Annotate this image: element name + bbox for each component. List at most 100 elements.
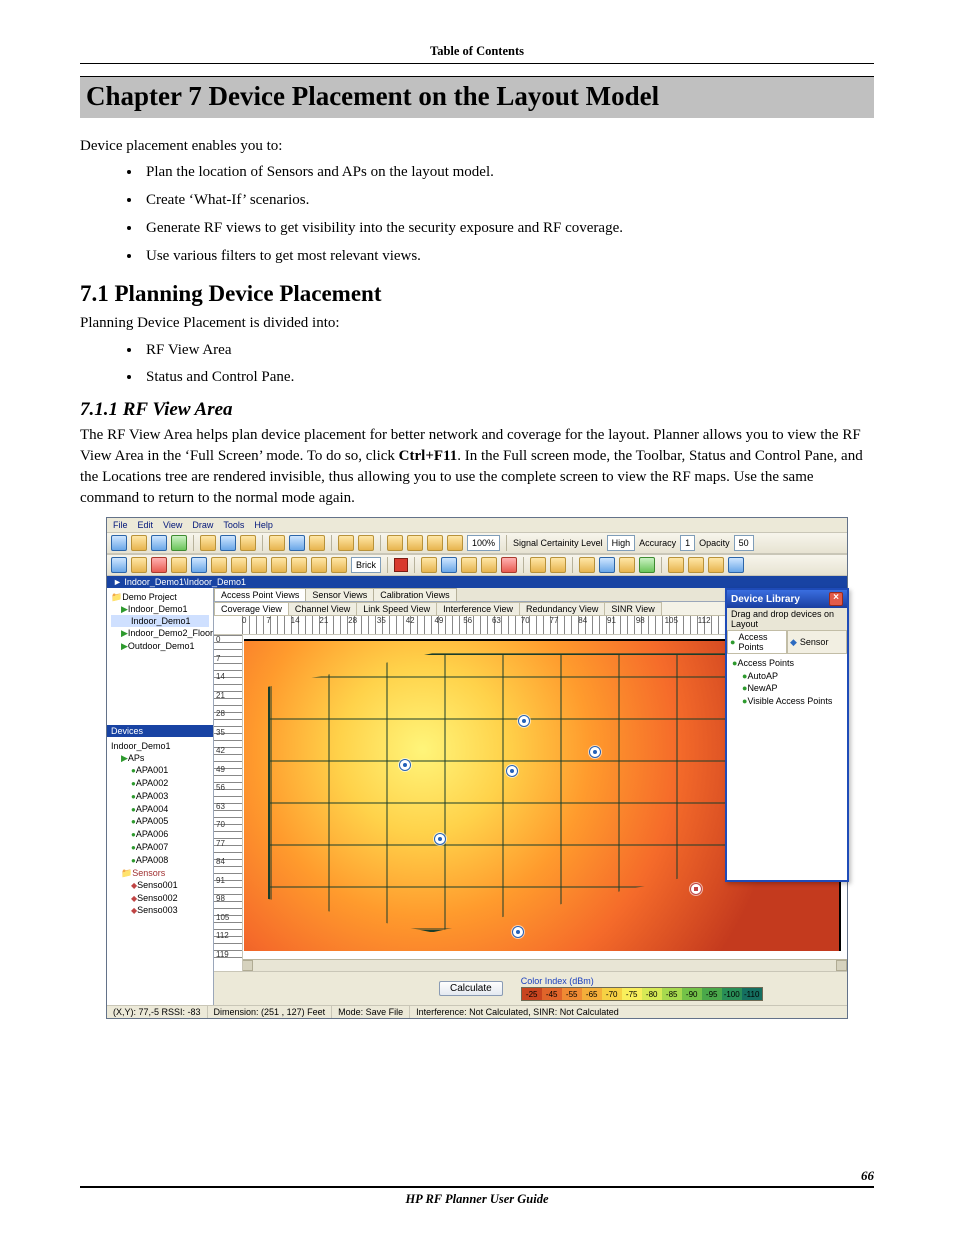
tab-ap-views[interactable]: Access Point Views	[214, 588, 306, 601]
tab-sensor-views[interactable]: Sensor Views	[305, 588, 374, 601]
subtab-interference[interactable]: Interference View	[436, 602, 520, 615]
toolbar-icon[interactable]	[200, 535, 216, 551]
subtab-linkspeed[interactable]: Link Speed View	[356, 602, 437, 615]
tool-icon[interactable]	[441, 557, 457, 573]
tree-root[interactable]: Indoor_Demo1	[111, 740, 209, 752]
close-icon[interactable]: ×	[829, 592, 843, 606]
ap-item[interactable]: APA006	[111, 828, 209, 841]
devlib-item[interactable]: Visible Access Points	[732, 695, 842, 708]
tool-icon[interactable]	[668, 557, 684, 573]
ap-item[interactable]: APA005	[111, 815, 209, 828]
tool-icon[interactable]	[421, 557, 437, 573]
subtab-coverage[interactable]: Coverage View	[214, 602, 289, 615]
grid-icon[interactable]	[579, 557, 595, 573]
redo-icon[interactable]	[550, 557, 566, 573]
tool-icon[interactable]	[461, 557, 477, 573]
toolbar-icon[interactable]	[309, 535, 325, 551]
subtab-channel[interactable]: Channel View	[288, 602, 357, 615]
ap-item[interactable]: APA003	[111, 790, 209, 803]
tree-root[interactable]: Demo Project	[111, 591, 209, 603]
toolbar-icon[interactable]	[338, 535, 354, 551]
tool-icon[interactable]	[639, 557, 655, 573]
shape-icon[interactable]	[311, 557, 327, 573]
menu-file[interactable]: File	[113, 520, 128, 530]
accuracy-dropdown[interactable]: 1	[680, 535, 695, 551]
sensor-item[interactable]: Senso003	[111, 904, 209, 917]
devices-tree[interactable]: Indoor_Demo1 APs APA001 APA002 APA003 AP…	[107, 737, 213, 1005]
shape-line-icon[interactable]	[191, 557, 207, 573]
delete-icon[interactable]	[501, 557, 517, 573]
calculate-button[interactable]: Calculate	[439, 981, 503, 996]
tree-item[interactable]: Indoor_Demo2_Floor	[111, 627, 209, 639]
devlib-item[interactable]: NewAP	[732, 682, 842, 695]
undo-icon[interactable]	[530, 557, 546, 573]
ap-marker-icon[interactable]	[518, 715, 530, 727]
tree-item[interactable]: Indoor_Demo1	[111, 603, 209, 615]
zoom-percent-dropdown[interactable]: 100%	[467, 535, 500, 551]
ap-item[interactable]: APA008	[111, 854, 209, 867]
tree-item-selected[interactable]: Indoor_Demo1	[111, 615, 209, 627]
devlib-tab-sensor[interactable]: Sensor	[787, 630, 847, 654]
zoom-out-icon[interactable]	[407, 535, 423, 551]
zoom-in-icon[interactable]	[387, 535, 403, 551]
toolbar-icon[interactable]	[289, 535, 305, 551]
ap-item[interactable]: APA007	[111, 841, 209, 854]
tool-icon[interactable]	[708, 557, 724, 573]
toolbar-icon[interactable]	[358, 535, 374, 551]
tool-icon[interactable]	[599, 557, 615, 573]
aps-folder[interactable]: APs	[111, 752, 209, 764]
shape-triangle-icon[interactable]	[251, 557, 267, 573]
zoom-sel-icon[interactable]	[447, 535, 463, 551]
shape-icon[interactable]	[171, 557, 187, 573]
subtab-redundancy[interactable]: Redundancy View	[519, 602, 605, 615]
toolbar-icon[interactable]	[171, 535, 187, 551]
ap-marker-icon[interactable]	[506, 765, 518, 777]
device-library-tree[interactable]: Access Points AutoAP NewAP Visible Acces…	[727, 654, 847, 880]
tree-item[interactable]: Outdoor_Demo1	[111, 640, 209, 652]
sensor-item[interactable]: Senso002	[111, 892, 209, 905]
devlib-item[interactable]: AutoAP	[732, 670, 842, 683]
toolbar-icon[interactable]	[220, 535, 236, 551]
shape-rect-icon[interactable]	[111, 557, 127, 573]
ap-item[interactable]: APA001	[111, 764, 209, 777]
shape-icon[interactable]	[151, 557, 167, 573]
color-swatch-icon[interactable]	[394, 558, 408, 572]
shape-circle-icon[interactable]	[271, 557, 287, 573]
help-icon[interactable]	[728, 557, 744, 573]
signal-certainty-dropdown[interactable]: High	[607, 535, 636, 551]
ap-marker-icon[interactable]	[512, 926, 524, 938]
toolbar-icon[interactable]	[240, 535, 256, 551]
devlib-tab-aps[interactable]: Access Points	[727, 630, 787, 654]
tool-icon[interactable]	[619, 557, 635, 573]
project-tree[interactable]: Demo Project Indoor_Demo1 Indoor_Demo1 I…	[107, 588, 213, 725]
shape-icon[interactable]	[131, 557, 147, 573]
toolbar-icon[interactable]	[111, 535, 127, 551]
toolbar-icon[interactable]	[151, 535, 167, 551]
ap-item[interactable]: APA002	[111, 777, 209, 790]
shape-arrow-icon[interactable]	[231, 557, 247, 573]
shape-icon[interactable]	[291, 557, 307, 573]
ap-marker-icon[interactable]	[399, 759, 411, 771]
sensor-marker-icon[interactable]	[690, 883, 702, 895]
menu-draw[interactable]: Draw	[192, 520, 213, 530]
device-library-palette[interactable]: Device Library × Drag and drop devices o…	[725, 588, 849, 882]
menu-edit[interactable]: Edit	[138, 520, 154, 530]
shape-icon[interactable]	[331, 557, 347, 573]
subtab-sinr[interactable]: SINR View	[604, 602, 661, 615]
zoom-fit-icon[interactable]	[427, 535, 443, 551]
sensors-folder[interactable]: Sensors	[111, 867, 209, 879]
tab-calib-views[interactable]: Calibration Views	[373, 588, 456, 601]
ap-item[interactable]: APA004	[111, 803, 209, 816]
horizontal-scrollbar[interactable]	[242, 959, 847, 971]
menu-help[interactable]: Help	[254, 520, 273, 530]
tool-icon[interactable]	[481, 557, 497, 573]
menu-view[interactable]: View	[163, 520, 182, 530]
devlib-root[interactable]: Access Points	[732, 657, 842, 670]
shape-icon[interactable]	[211, 557, 227, 573]
toolbar-icon[interactable]	[269, 535, 285, 551]
material-dropdown[interactable]: Brick	[351, 557, 381, 573]
opacity-dropdown[interactable]: 50	[734, 535, 754, 551]
tool-icon[interactable]	[688, 557, 704, 573]
toolbar-icon[interactable]	[131, 535, 147, 551]
menu-tools[interactable]: Tools	[223, 520, 244, 530]
